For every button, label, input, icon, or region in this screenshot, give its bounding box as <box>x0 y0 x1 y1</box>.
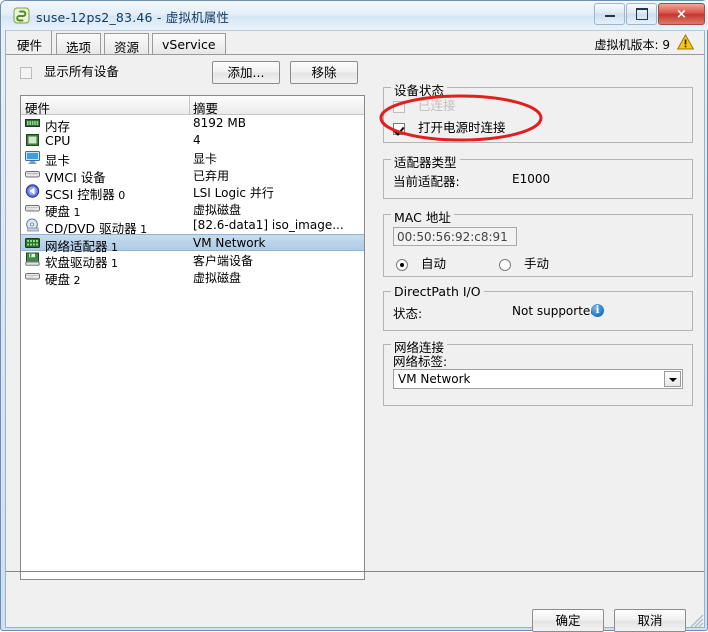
hardware-summary: [82.6-data1] iso_image... <box>193 218 344 232</box>
column-divider <box>189 96 190 114</box>
tab-hardware[interactable]: 硬件 <box>8 31 52 54</box>
connected-row[interactable]: 已连接 <box>393 95 456 114</box>
close-button[interactable]: × <box>658 3 705 25</box>
tab-options[interactable]: 选项 <box>56 33 101 54</box>
adapter-type-caption: 适配器类型 <box>391 152 460 171</box>
connect-at-power-on-checkbox[interactable] <box>393 123 405 135</box>
cpu-icon <box>25 133 40 147</box>
info-icon[interactable]: i <box>591 304 604 317</box>
ok-button[interactable]: 确定 <box>532 609 604 632</box>
table-row[interactable]: 软盘驱动器 1客户端设备 <box>21 251 364 268</box>
show-all-devices-label: 显示所有设备 <box>44 61 119 80</box>
mac-address-input[interactable]: 00:50:56:92:c8:91 <box>393 227 517 246</box>
directpath-io-caption: DirectPath I/O <box>391 284 484 299</box>
connected-label: 已连接 <box>418 98 456 113</box>
hardware-summary: VM Network <box>193 236 265 250</box>
chevron-down-icon[interactable] <box>664 371 681 387</box>
table-row[interactable]: 网络适配器 1VM Network <box>21 234 364 251</box>
scsi-icon <box>25 184 40 198</box>
hardware-summary: 已弃用 <box>193 167 229 184</box>
client-area: 硬件 选项 资源 vService 虚拟机版本: 9 显示所有设备 添加... … <box>5 30 705 628</box>
hardware-summary: 虚拟磁盘 <box>193 201 241 218</box>
hardware-summary: 8192 MB <box>193 116 246 130</box>
cancel-button[interactable]: 取消 <box>614 609 686 632</box>
warning-triangle-icon <box>677 34 694 50</box>
hardware-list[interactable]: 硬件 摘要 内存8192 MBCPU 4 显卡显卡VMCI 设备已弃用SCSI 控制… <box>20 95 365 580</box>
network-label-select[interactable]: VM Network <box>393 369 683 389</box>
table-row[interactable]: 硬盘 2 虚拟磁盘 <box>21 268 364 285</box>
display-icon <box>25 150 40 164</box>
hardware-summary: LSI Logic 并行 <box>193 184 274 201</box>
mac-auto-row[interactable]: 自动 <box>396 253 446 272</box>
connect-at-power-on-row[interactable]: 打开电源时连接 <box>393 117 506 136</box>
hardware-rows-container: 内存8192 MBCPU 4 显卡显卡VMCI 设备已弃用SCSI 控制器 0LSI… <box>21 115 364 285</box>
device-icon <box>25 167 40 181</box>
close-icon: × <box>659 4 704 24</box>
table-row[interactable]: CD/DVD 驱动器 1[82.6-data1] iso_image... <box>21 217 364 234</box>
mac-auto-label: 自动 <box>421 256 446 271</box>
hardware-summary: 显卡 <box>193 150 217 167</box>
remove-device-button[interactable]: 移除 <box>290 61 358 84</box>
minimize-icon <box>595 4 624 24</box>
tab-resources[interactable]: 资源 <box>104 33 149 54</box>
hardware-name: 硬盘 2 <box>45 269 81 288</box>
tab-strip: 硬件 选项 资源 vService 虚拟机版本: 9 <box>6 31 704 55</box>
network-connection-group: 网络连接 网络标签: VM Network <box>383 344 693 406</box>
mac-manual-radio[interactable] <box>499 259 511 271</box>
maximize-button[interactable] <box>626 3 657 25</box>
harddisk-icon <box>25 269 40 283</box>
network-label-value: VM Network <box>398 372 470 386</box>
window-title: suse-12ps2_83.46 - 虚拟机属性 <box>36 7 229 26</box>
vm-properties-icon <box>13 7 30 24</box>
directpath-io-group: DirectPath I/O 状态: Not supported i <box>383 291 693 331</box>
mac-manual-row[interactable]: 手动 <box>499 253 549 272</box>
current-adapter-label: 当前适配器: <box>393 171 460 190</box>
cddvd-icon <box>25 218 40 232</box>
vm-version-label: 虚拟机版本: 9 <box>595 36 671 53</box>
memory-icon <box>25 116 40 130</box>
mac-address-caption: MAC 地址 <box>391 207 454 226</box>
directpath-status-label: 状态: <box>393 303 422 322</box>
window-controls: × <box>593 3 705 25</box>
hardware-name: CPU <box>45 133 70 148</box>
connected-checkbox[interactable] <box>393 101 405 113</box>
table-row[interactable]: 硬盘 1虚拟磁盘 <box>21 200 364 217</box>
current-adapter-value: E1000 <box>512 172 550 186</box>
adapter-type-group: 适配器类型 当前适配器: E1000 <box>383 159 693 199</box>
table-row[interactable]: CPU 4 <box>21 132 364 149</box>
harddisk-icon <box>25 201 40 215</box>
table-row[interactable]: 内存8192 MB <box>21 115 364 132</box>
network-label-caption: 网络标签: <box>393 351 447 370</box>
tab-vservice[interactable]: vService <box>152 33 226 54</box>
floppy-icon <box>25 252 40 266</box>
maximize-icon <box>627 4 656 24</box>
mac-manual-label: 手动 <box>524 256 549 271</box>
table-row[interactable]: 显卡显卡 <box>21 149 364 166</box>
directpath-status-value: Not supported <box>512 304 598 318</box>
table-row[interactable]: VMCI 设备已弃用 <box>21 166 364 183</box>
connect-at-power-on-label: 打开电源时连接 <box>418 120 506 135</box>
hardware-summary: 4 <box>193 133 201 147</box>
minimize-button[interactable] <box>594 3 625 25</box>
mac-auto-radio[interactable] <box>396 259 408 271</box>
network-icon <box>25 236 40 250</box>
hardware-index: 2 <box>70 274 81 287</box>
title-bar: suse-12ps2_83.46 - 虚拟机属性 × <box>1 1 708 30</box>
mac-address-group: MAC 地址 00:50:56:92:c8:91 自动 手动 <box>383 214 693 277</box>
hardware-summary: 虚拟磁盘 <box>193 269 241 286</box>
add-device-button[interactable]: 添加... <box>212 61 280 84</box>
vm-properties-window: suse-12ps2_83.46 - 虚拟机属性 × 硬件 选项 资源 vSer… <box>0 0 708 631</box>
device-status-group: 设备状态 已连接 打开电源时连接 <box>383 87 693 143</box>
table-row[interactable]: SCSI 控制器 0LSI Logic 并行 <box>21 183 364 200</box>
hardware-list-header: 硬件 摘要 <box>21 96 364 115</box>
hardware-summary: 客户端设备 <box>193 252 253 269</box>
footer-divider <box>6 571 704 572</box>
show-all-devices-checkbox[interactable] <box>20 67 32 79</box>
resize-grip[interactable] <box>690 614 704 628</box>
